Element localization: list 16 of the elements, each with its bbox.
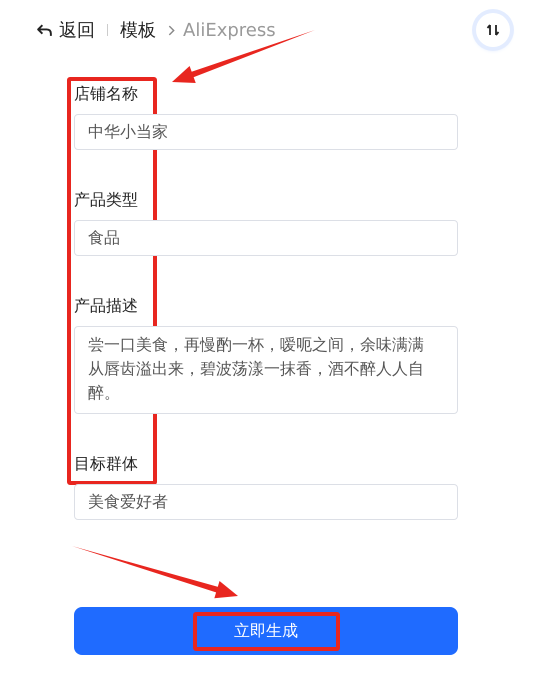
field-label: 产品类型	[74, 190, 139, 210]
field-label: 店铺名称	[74, 84, 139, 104]
input-field[interactable]: 食品	[74, 220, 458, 256]
breadcrumb-link[interactable]: 模板	[120, 18, 156, 42]
text-area[interactable]: 尝一口美食，再慢酌一杯，嗳呃之间，余味满满从唇齿溢出来，碧波荡漾一抹香，酒不醉人人自醉。	[74, 326, 458, 414]
field-label: 目标群体	[74, 454, 139, 474]
generate-button[interactable]: 立即生成	[74, 607, 458, 655]
input-field[interactable]: 中华小当家	[74, 114, 458, 150]
chevron-icon	[166, 24, 177, 36]
back-icon	[36, 22, 53, 38]
sort-icon	[485, 22, 501, 38]
back-link[interactable]: 返回	[36, 18, 95, 42]
input-field[interactable]: 美食爱好者	[74, 484, 458, 520]
breadcrumb-current: AliExpress	[183, 20, 276, 40]
field-label: 产品描述	[74, 296, 139, 316]
sort-button[interactable]	[476, 13, 510, 47]
